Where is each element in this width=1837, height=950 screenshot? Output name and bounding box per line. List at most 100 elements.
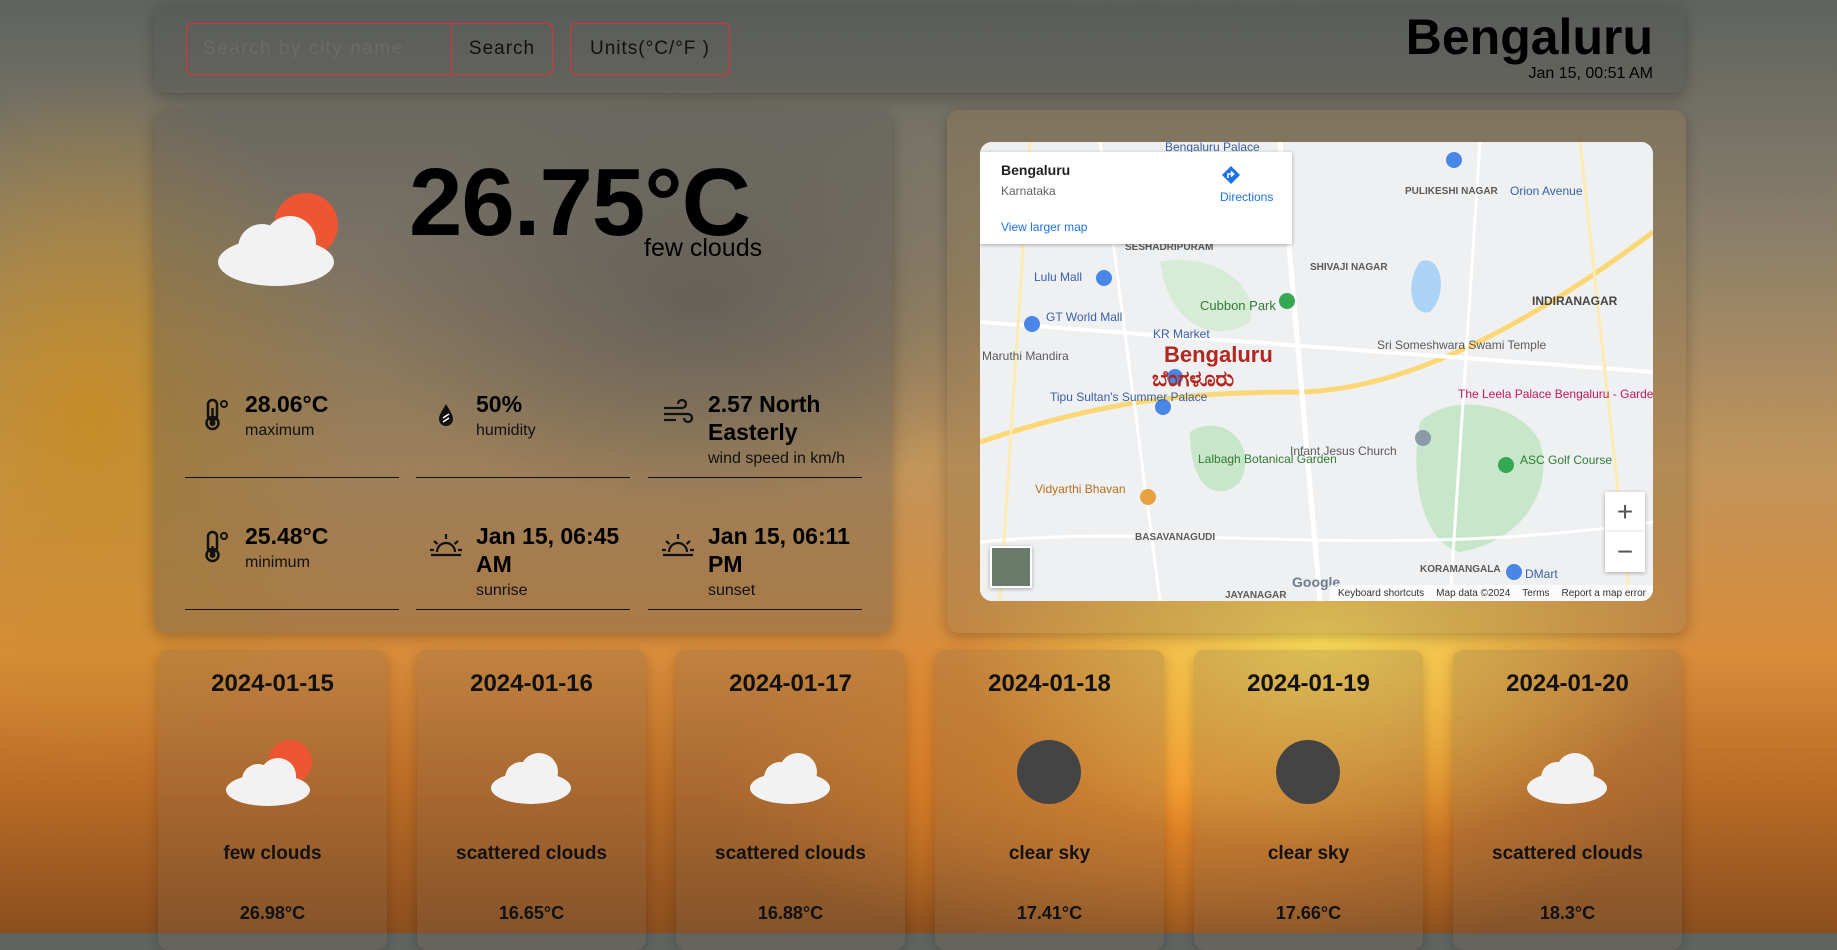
map-place-label: Orion Avenue [1510, 184, 1583, 198]
forecast-temperature: 16.88°C [757, 903, 824, 923]
current-description: few clouds [644, 234, 763, 262]
forecast-description: scattered clouds [456, 843, 607, 864]
map-place-label: Cubbon Park [1200, 298, 1276, 313]
forecast-description: clear sky [1008, 843, 1091, 864]
stat-humidity: 50% humidity [416, 378, 630, 478]
directions-link[interactable]: Directions [1220, 190, 1273, 204]
map-place-label: PULIKESHI NAGAR [1405, 186, 1498, 197]
map-place-label: JAYANAGAR [1225, 590, 1287, 601]
map-card: Bengaluru ಬೆಂಗಳೂರು Cubbon Park Lulu Mall… [947, 110, 1686, 633]
current-weather-card: 26.75°C few clouds 28.06°C maximum 50% h… [154, 110, 892, 633]
few-clouds-icon [226, 740, 312, 806]
map-place-label: The Leela Palace Bengaluru - Garden... [1458, 387, 1653, 401]
forecast-date: 2024-01-19 [1247, 670, 1370, 697]
directions-icon[interactable] [1220, 164, 1242, 186]
forecast-description: few clouds [223, 843, 322, 864]
forecast-description: clear sky [1267, 843, 1350, 864]
forecast-temperature: 17.41°C [1016, 903, 1083, 923]
forecast-date: 2024-01-15 [211, 670, 334, 697]
forecast-date: 2024-01-16 [470, 670, 593, 697]
city-name: Bengaluru [1405, 9, 1653, 65]
map-place-label: Infant Jesus Church [1290, 444, 1397, 458]
sunrise-icon [430, 534, 462, 557]
stat-label: wind speed in km/h [708, 450, 845, 467]
moon-icon [1017, 740, 1081, 804]
search-input[interactable] [186, 23, 451, 75]
view-larger-map-link[interactable]: View larger map [1001, 220, 1087, 234]
forecast-card: 2024-01-19 clear sky 17.66°C [1194, 650, 1423, 950]
top-bar: Search Units(°C/°F ) Bengaluru Jan 15, 0… [154, 5, 1685, 93]
wind-icon [664, 398, 694, 424]
stat-value: Jan 15, 06:11 PM [708, 523, 850, 577]
forecast-temperature: 16.65°C [498, 903, 565, 923]
stat-value: 50% [476, 391, 523, 417]
forecast-description: scattered clouds [715, 843, 866, 864]
city-datetime: Jan 15, 00:51 AM [1528, 65, 1653, 82]
units-toggle-button[interactable]: Units(°C/°F ) [570, 23, 730, 75]
map-place-label: KR Market [1153, 327, 1210, 341]
map-city-label: Bengaluru [1164, 342, 1273, 367]
map-place-title: Bengaluru [1001, 162, 1071, 178]
moon-icon [1276, 740, 1340, 804]
cloud-icon [1527, 753, 1607, 804]
forecast-date: 2024-01-20 [1506, 670, 1629, 697]
forecast-date: 2024-01-17 [729, 670, 852, 697]
stat-value: 2.57 North Easterly [708, 391, 821, 445]
few-clouds-icon [218, 193, 338, 286]
forecast-card: 2024-01-20 scattered clouds 18.3°C [1453, 650, 1682, 950]
stat-sunset: Jan 15, 06:11 PM sunset [648, 510, 862, 610]
stat-value: 25.48°C [245, 523, 329, 549]
map-place-label: BASAVANAGUDI [1135, 532, 1216, 543]
terms-link[interactable]: Terms [1522, 588, 1549, 599]
zoom-out-button[interactable]: − [1605, 532, 1645, 572]
forecast-card: 2024-01-15 few clouds 26.98°C [158, 650, 387, 950]
cloud-icon [750, 753, 830, 804]
stat-value: Jan 15, 06:45 AM [476, 523, 620, 577]
map-place-label: DMart [1525, 567, 1558, 581]
zoom-in-button[interactable]: + [1605, 492, 1645, 532]
map-place-label: SHIVAJI NAGAR [1310, 262, 1388, 273]
map-place-label: Maruthi Mandira [982, 349, 1069, 363]
map-place-card: Bengaluru Karnataka View larger map Dire… [980, 152, 1292, 244]
stat-label: sunrise [476, 582, 528, 599]
map-place-label: Lulu Mall [1034, 270, 1083, 284]
map-city-label-local: ಬೆಂಗಳೂರು [1152, 366, 1235, 391]
stat-sunrise: Jan 15, 06:45 AM sunrise [416, 510, 630, 610]
cloud-icon [491, 753, 571, 804]
map-place-label: INDIRANAGAR [1532, 294, 1618, 308]
forecast-card: 2024-01-17 scattered clouds 16.88°C [676, 650, 905, 950]
sunset-icon [662, 534, 694, 557]
map-place-subtitle: Karnataka [1001, 184, 1056, 198]
thermometer-icon [205, 398, 228, 431]
map-embed[interactable]: Bengaluru ಬೆಂಗಳೂರು Cubbon Park Lulu Mall… [980, 142, 1653, 601]
map-footer: Keyboard shortcuts Map data ©2024 Terms … [1330, 585, 1653, 601]
map-place-label: Vidyarthi Bhavan [1035, 482, 1126, 496]
stat-label: sunset [708, 582, 756, 599]
stat-wind: 2.57 North Easterly wind speed in km/h [648, 378, 862, 478]
forecast-temperature: 26.98°C [239, 903, 306, 923]
stat-maximum: 28.06°C maximum [185, 378, 399, 478]
forecast-card: 2024-01-18 clear sky 17.41°C [935, 650, 1164, 950]
forecast-card: 2024-01-16 scattered clouds 16.65°C [417, 650, 646, 950]
stat-minimum: 25.48°C minimum [185, 510, 399, 610]
map-place-label: Tipu Sultan's Summer Palace [1050, 390, 1208, 404]
search-button[interactable]: Search [451, 23, 553, 75]
thermometer-icon [205, 530, 228, 563]
humidity-drop-icon [439, 404, 453, 426]
satellite-toggle[interactable] [990, 546, 1032, 588]
map-place-label: ASC Golf Course [1520, 453, 1613, 467]
stat-label: humidity [476, 422, 536, 439]
map-data-attribution: Map data ©2024 [1436, 587, 1511, 599]
forecast-temperature: 18.3°C [1539, 903, 1596, 923]
keyboard-shortcuts-link[interactable]: Keyboard shortcuts [1338, 588, 1424, 599]
stat-value: 28.06°C [245, 391, 329, 417]
map-place-label: GT World Mall [1046, 310, 1123, 324]
map-place-label: KORAMANGALA [1420, 564, 1501, 575]
report-map-error-link[interactable]: Report a map error [1562, 588, 1646, 599]
forecast-date: 2024-01-18 [988, 670, 1111, 697]
forecast-description: scattered clouds [1492, 843, 1643, 864]
forecast-temperature: 17.66°C [1275, 903, 1342, 923]
stat-label: minimum [245, 554, 310, 571]
stat-label: maximum [245, 422, 315, 439]
map-place-label: Sri Someshwara Swami Temple [1377, 338, 1547, 352]
